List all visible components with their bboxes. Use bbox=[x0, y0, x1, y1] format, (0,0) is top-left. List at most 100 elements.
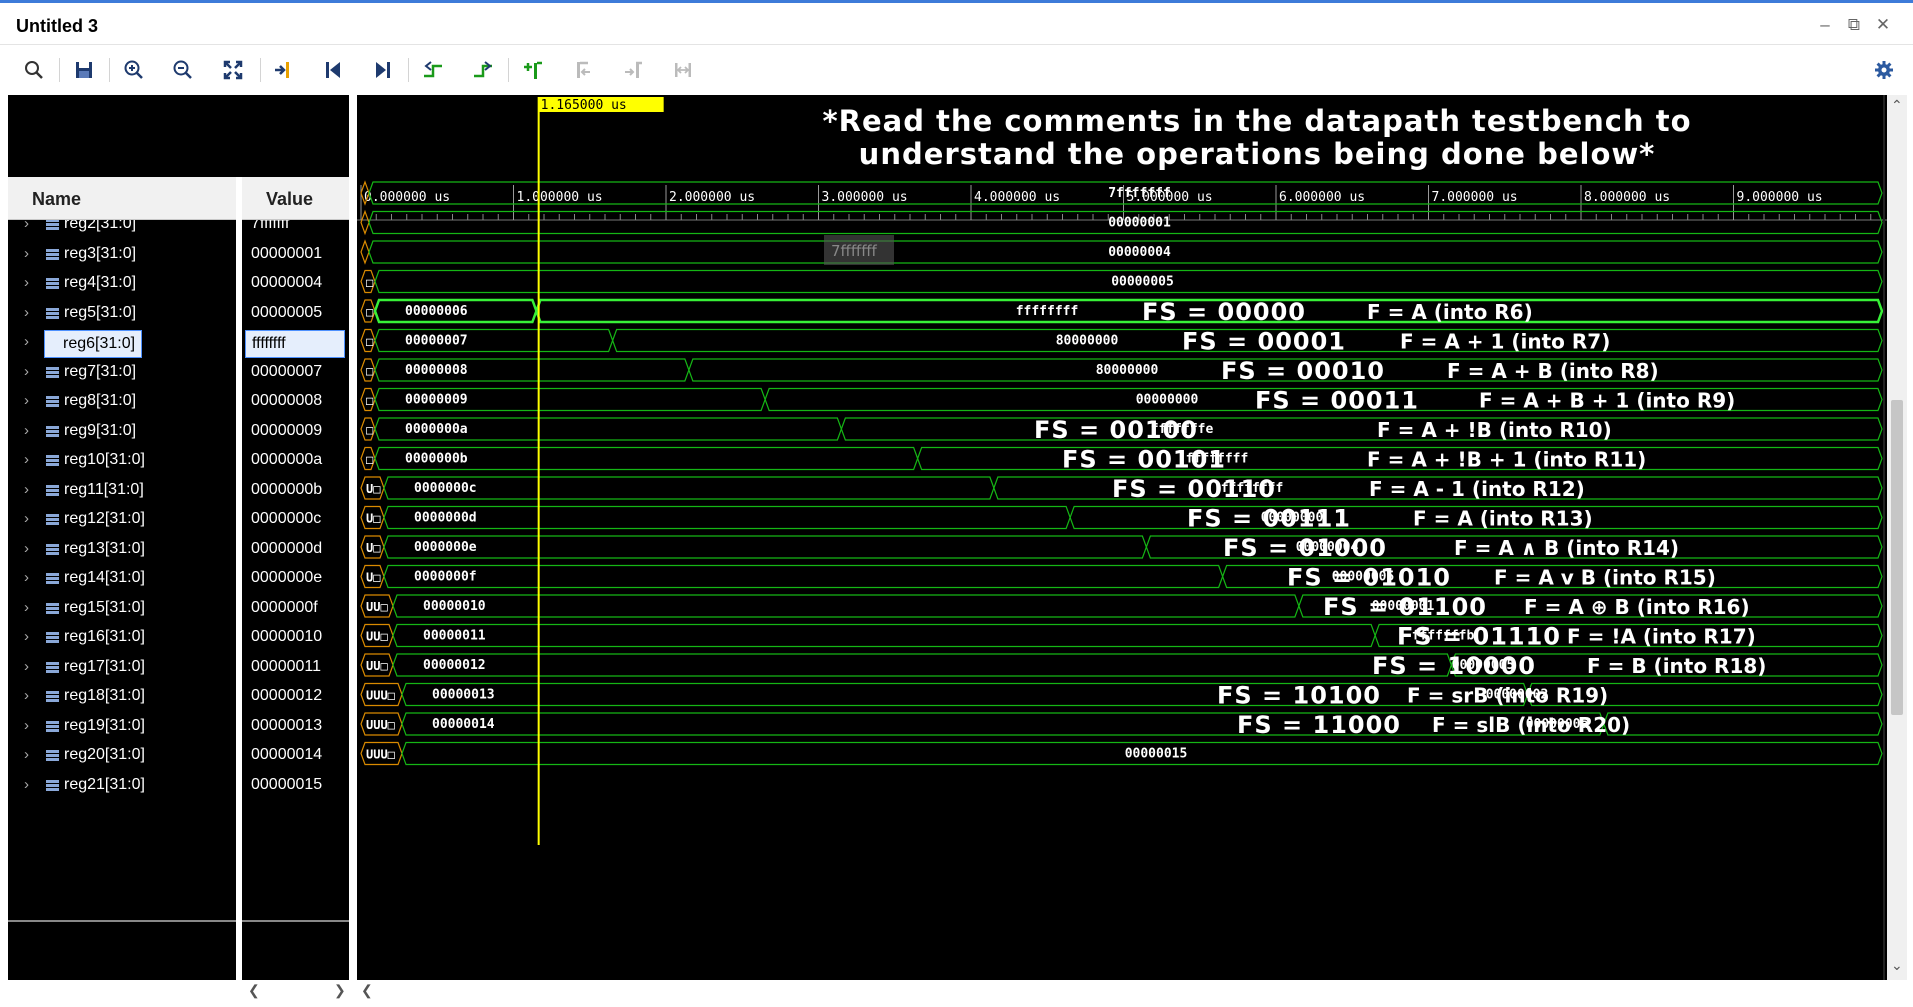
expand-chevron-icon[interactable]: › bbox=[24, 658, 29, 675]
signal-value-row[interactable]: 0000000c bbox=[242, 507, 349, 537]
go-to-start-icon[interactable] bbox=[316, 54, 350, 86]
signal-row[interactable]: › reg17[31:0] bbox=[8, 655, 236, 685]
bus-icon bbox=[46, 220, 59, 230]
signal-value-row[interactable]: 7fffffff bbox=[242, 220, 349, 242]
undefined-segment-label: U□ bbox=[366, 541, 380, 555]
expand-chevron-icon[interactable]: › bbox=[24, 481, 29, 498]
operation-annotation: F = A + B (into R8) bbox=[1447, 359, 1659, 383]
waveform-canvas[interactable]: *Read the comments in the datapath testb… bbox=[357, 95, 1887, 980]
save-icon[interactable] bbox=[67, 54, 101, 86]
signal-value-row[interactable]: 00000009 bbox=[242, 419, 349, 449]
add-marker-icon[interactable] bbox=[516, 54, 550, 86]
signal-value-row[interactable]: 00000007 bbox=[242, 360, 349, 390]
expand-chevron-icon[interactable]: › bbox=[24, 746, 29, 763]
name-column-header[interactable]: Name bbox=[8, 177, 236, 220]
bus-icon bbox=[46, 632, 59, 643]
expand-chevron-icon[interactable]: › bbox=[24, 569, 29, 586]
signal-row[interactable]: › reg20[31:0] bbox=[8, 743, 236, 773]
signal-value-row[interactable]: 00000004 bbox=[242, 271, 349, 301]
signal-value-row[interactable]: 00000015 bbox=[242, 773, 349, 803]
signal-row[interactable]: › reg2[31:0] bbox=[8, 220, 236, 242]
signal-row[interactable]: › reg11[31:0] bbox=[8, 478, 236, 508]
signal-row[interactable]: › reg21[31:0] bbox=[8, 773, 236, 803]
signal-row[interactable]: › reg13[31:0] bbox=[8, 537, 236, 567]
signal-row[interactable]: › reg9[31:0] bbox=[8, 419, 236, 449]
value-column-header[interactable]: Value bbox=[242, 177, 349, 220]
signal-row[interactable]: › reg7[31:0] bbox=[8, 360, 236, 390]
signal-value-row[interactable]: 0000000f bbox=[242, 596, 349, 626]
expand-chevron-icon[interactable]: › bbox=[24, 422, 29, 439]
signal-row[interactable]: › reg6[31:0] bbox=[8, 330, 236, 360]
restore-button[interactable]: ⧉ bbox=[1841, 14, 1867, 36]
search-icon[interactable] bbox=[17, 54, 51, 86]
close-button[interactable]: ✕ bbox=[1870, 14, 1896, 36]
settings-icon[interactable] bbox=[1867, 54, 1901, 86]
undefined-segment bbox=[360, 239, 370, 265]
operation-annotation: F = A v B (into R15) bbox=[1494, 566, 1716, 590]
bus-icon bbox=[46, 278, 59, 289]
signal-row[interactable]: › reg18[31:0] bbox=[8, 684, 236, 714]
previous-transition-icon[interactable] bbox=[416, 54, 450, 86]
expand-chevron-icon[interactable]: › bbox=[24, 363, 29, 380]
signal-value-row[interactable]: 00000012 bbox=[242, 684, 349, 714]
zoom-in-icon[interactable] bbox=[117, 54, 151, 86]
expand-chevron-icon[interactable]: › bbox=[24, 220, 29, 232]
signal-row[interactable]: › reg4[31:0] bbox=[8, 271, 236, 301]
signal-value-row[interactable]: ffffffff bbox=[242, 330, 349, 360]
expand-chevron-icon[interactable]: › bbox=[24, 717, 29, 734]
expand-chevron-icon[interactable]: › bbox=[24, 776, 29, 793]
scroll-up-icon[interactable]: ⌃ bbox=[1891, 97, 1903, 114]
signal-row[interactable]: › reg5[31:0] bbox=[8, 301, 236, 331]
signal-row[interactable]: › reg19[31:0] bbox=[8, 714, 236, 744]
value-horizontal-scrollbar[interactable]: ❮ ❯ bbox=[242, 980, 349, 1002]
expand-chevron-icon[interactable]: › bbox=[24, 628, 29, 645]
expand-chevron-icon[interactable]: › bbox=[24, 245, 29, 262]
undefined-segment-label: UU□ bbox=[366, 659, 388, 673]
expand-chevron-icon[interactable]: › bbox=[24, 540, 29, 557]
signal-value-row[interactable]: 00000014 bbox=[242, 743, 349, 773]
zoom-out-icon[interactable] bbox=[166, 54, 200, 86]
signal-value-row[interactable]: 00000011 bbox=[242, 655, 349, 685]
signal-value-row[interactable]: 00000008 bbox=[242, 389, 349, 419]
waveform-horizontal-scrollbar[interactable]: ❮ bbox=[357, 980, 1887, 1002]
signal-row[interactable]: › reg8[31:0] bbox=[8, 389, 236, 419]
signal-value-row[interactable]: 0000000a bbox=[242, 448, 349, 478]
next-transition-icon[interactable] bbox=[466, 54, 500, 86]
signal-row[interactable]: › reg12[31:0] bbox=[8, 507, 236, 537]
scroll-right-icon[interactable]: ❯ bbox=[334, 982, 346, 999]
expand-chevron-icon[interactable]: › bbox=[24, 510, 29, 527]
signal-value-row[interactable]: 0000000e bbox=[242, 566, 349, 596]
wave-scroll-left-icon[interactable]: ❮ bbox=[361, 982, 373, 999]
vertical-scroll-thumb[interactable] bbox=[1891, 400, 1903, 715]
signal-value-row[interactable]: 0000000d bbox=[242, 537, 349, 567]
expand-chevron-icon[interactable]: › bbox=[24, 451, 29, 468]
signal-row[interactable]: › reg10[31:0] bbox=[8, 448, 236, 478]
signal-row[interactable]: › reg16[31:0] bbox=[8, 625, 236, 655]
signal-value-row[interactable]: 00000010 bbox=[242, 625, 349, 655]
expand-chevron-icon[interactable]: › bbox=[24, 304, 29, 321]
expand-chevron-icon[interactable]: › bbox=[24, 599, 29, 616]
signal-value-row[interactable]: 00000013 bbox=[242, 714, 349, 744]
fs-code-annotation: FS = 10000 bbox=[1372, 652, 1536, 680]
previous-marker-icon[interactable] bbox=[566, 54, 600, 86]
minimize-button[interactable]: – bbox=[1812, 14, 1838, 36]
zoom-fit-icon[interactable] bbox=[216, 54, 250, 86]
expand-chevron-icon[interactable]: › bbox=[24, 687, 29, 704]
signal-row[interactable]: › reg14[31:0] bbox=[8, 566, 236, 596]
next-marker-icon[interactable] bbox=[616, 54, 650, 86]
bus-icon bbox=[46, 691, 59, 702]
expand-chevron-icon[interactable]: › bbox=[24, 392, 29, 409]
go-to-end-icon[interactable] bbox=[366, 54, 400, 86]
signal-value-row[interactable]: 00000005 bbox=[242, 301, 349, 331]
signal-value-row[interactable]: 00000001 bbox=[242, 242, 349, 272]
scroll-left-icon[interactable]: ❮ bbox=[248, 982, 260, 999]
signal-row[interactable]: › reg3[31:0] bbox=[8, 242, 236, 272]
go-to-cursor-icon[interactable] bbox=[266, 54, 300, 86]
signal-name-list: › reg2[31:0] › reg3[31:0] › reg4[31:0] › reg5[3… bbox=[8, 220, 236, 920]
signal-value-row[interactable]: 0000000b bbox=[242, 478, 349, 508]
signal-row[interactable]: › reg15[31:0] bbox=[8, 596, 236, 626]
swap-cursors-icon[interactable] bbox=[666, 54, 700, 86]
expand-chevron-icon[interactable]: › bbox=[24, 333, 29, 350]
expand-chevron-icon[interactable]: › bbox=[24, 274, 29, 291]
scroll-down-icon[interactable]: ⌄ bbox=[1891, 957, 1903, 974]
